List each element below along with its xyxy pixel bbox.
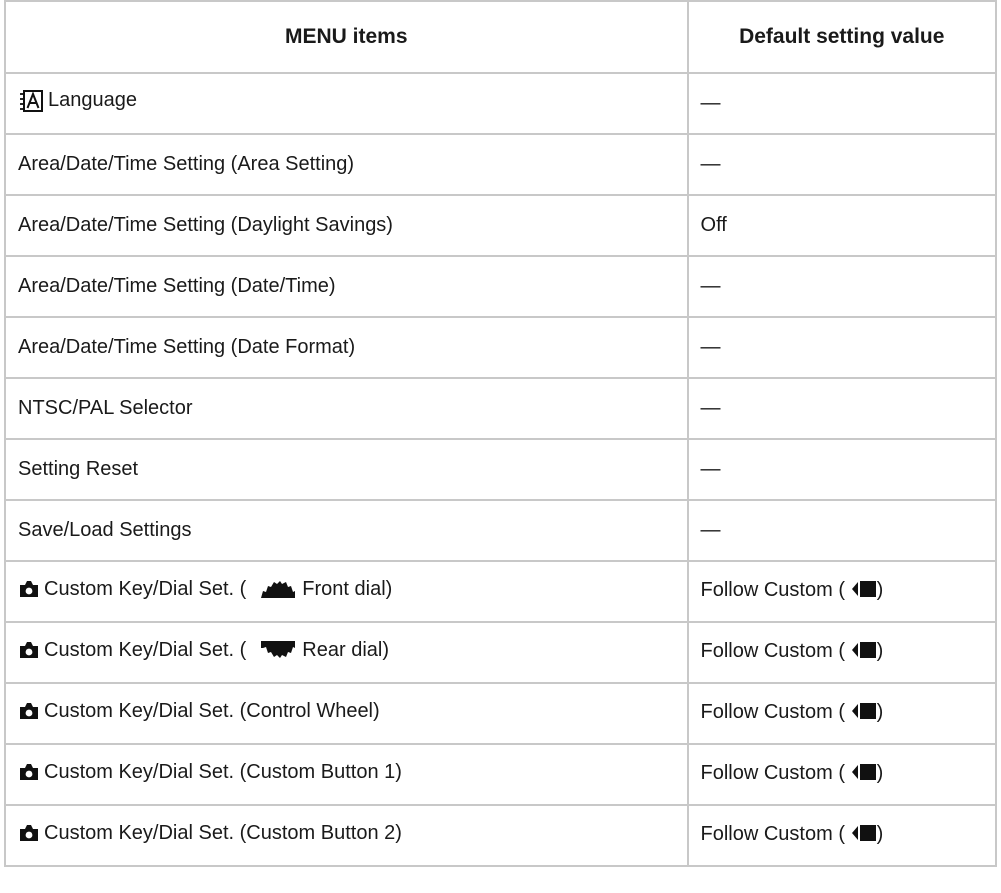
table-row: Custom Key/Dial Set. (Custom Button 2) F…: [4, 804, 998, 867]
movie-icon: [851, 762, 877, 788]
default-value-cell: Follow Custom ( ): [686, 804, 998, 867]
menu-item-label: Custom Key/Dial Set. (Custom Button 2): [44, 821, 402, 844]
header-row: MENU items Default setting value: [4, 0, 998, 74]
movie-icon: [851, 579, 877, 605]
table-row: Setting Reset —: [4, 438, 998, 501]
menu-item-label: Area/Date/Time Setting (Date/Time): [4, 255, 689, 318]
default-value-suffix: ): [876, 761, 884, 784]
settings-table: MENU items Default setting value Languag…: [4, 0, 998, 867]
default-value-cell: —: [686, 255, 998, 318]
menu-item-cell: Custom Key/Dial Set. (Control Wheel): [4, 682, 689, 745]
menu-item-cell: Custom Key/Dial Set. (Custom Button 2): [4, 804, 689, 867]
default-value-cell: Follow Custom ( ): [686, 682, 998, 745]
table-row: Custom Key/Dial Set. (Custom Button 1) F…: [4, 743, 998, 806]
menu-item-label-prefix: Custom Key/Dial Set. (: [44, 638, 247, 661]
menu-item-label: Area/Date/Time Setting (Area Setting): [4, 133, 689, 196]
default-value-cell: Follow Custom ( ): [686, 560, 998, 623]
default-value-cell: —: [686, 377, 998, 440]
menu-item-cell: Language: [4, 72, 689, 135]
default-value-header: Default setting value: [686, 0, 998, 74]
table-row: Area/Date/Time Setting (Date/Time) —: [4, 255, 998, 318]
table-row: Language —: [4, 72, 998, 135]
camera-icon: [18, 823, 40, 843]
default-value-cell: Follow Custom ( ): [686, 743, 998, 806]
menu-item-label: Custom Key/Dial Set. (Control Wheel): [44, 699, 380, 722]
table-row: Area/Date/Time Setting (Date Format) —: [4, 316, 998, 379]
camera-icon: [18, 579, 40, 599]
table-row: NTSC/PAL Selector —: [4, 377, 998, 440]
table-row: Area/Date/Time Setting (Area Setting) —: [4, 133, 998, 196]
movie-icon: [851, 640, 877, 666]
default-value-cell: —: [686, 438, 998, 501]
menu-item-label: Save/Load Settings: [4, 499, 689, 562]
default-value-prefix: Follow Custom (: [700, 639, 845, 662]
default-value-cell: —: [686, 133, 998, 196]
menu-item-label: Language: [48, 89, 137, 111]
default-value-suffix: ): [876, 578, 884, 601]
menu-item-label-suffix: Front dial): [302, 577, 393, 600]
default-value-suffix: ): [876, 700, 884, 723]
default-value-cell: —: [686, 499, 998, 562]
camera-icon: [18, 640, 40, 660]
rear-dial-icon: [260, 640, 296, 660]
menu-item-cell: Custom Key/Dial Set. (Custom Button 1): [4, 743, 689, 806]
default-value-prefix: Follow Custom (: [700, 822, 845, 845]
menu-item-label: Setting Reset: [4, 438, 689, 501]
default-value-prefix: Follow Custom (: [700, 761, 845, 784]
default-value-prefix: Follow Custom (: [700, 578, 845, 601]
menu-item-label-suffix: Rear dial): [302, 638, 389, 661]
front-dial-icon: [260, 579, 296, 599]
menu-items-header: MENU items: [4, 0, 689, 74]
menu-item-label-prefix: Custom Key/Dial Set. (: [44, 577, 247, 600]
camera-icon: [18, 762, 40, 782]
menu-item-cell: Custom Key/Dial Set. ( Front dial): [4, 560, 689, 623]
menu-item-label: Area/Date/Time Setting (Daylight Savings…: [4, 194, 689, 257]
menu-item-label: Custom Key/Dial Set. (Custom Button 1): [44, 760, 402, 783]
table-row: Custom Key/Dial Set. (Control Wheel) Fol…: [4, 682, 998, 745]
table-row: Custom Key/Dial Set. ( Front dial) Follo…: [4, 560, 998, 623]
table-row: Custom Key/Dial Set. ( Rear dial) Follow…: [4, 621, 998, 684]
menu-item-label: NTSC/PAL Selector: [4, 377, 689, 440]
movie-icon: [851, 823, 877, 849]
default-value-cell: —: [686, 316, 998, 379]
table-row: Save/Load Settings —: [4, 499, 998, 562]
default-value-suffix: ): [876, 822, 884, 845]
menu-item-cell: Custom Key/Dial Set. ( Rear dial): [4, 621, 689, 684]
camera-icon: [18, 701, 40, 721]
default-value-cell: Off: [686, 194, 998, 257]
table-row: Area/Date/Time Setting (Daylight Savings…: [4, 194, 998, 257]
movie-icon: [851, 701, 877, 727]
language-icon: [18, 89, 44, 113]
default-value-cell: Follow Custom ( ): [686, 621, 998, 684]
default-value-cell: —: [686, 72, 998, 135]
default-value-prefix: Follow Custom (: [700, 700, 845, 723]
default-value-suffix: ): [876, 639, 884, 662]
menu-item-label: Area/Date/Time Setting (Date Format): [4, 316, 689, 379]
